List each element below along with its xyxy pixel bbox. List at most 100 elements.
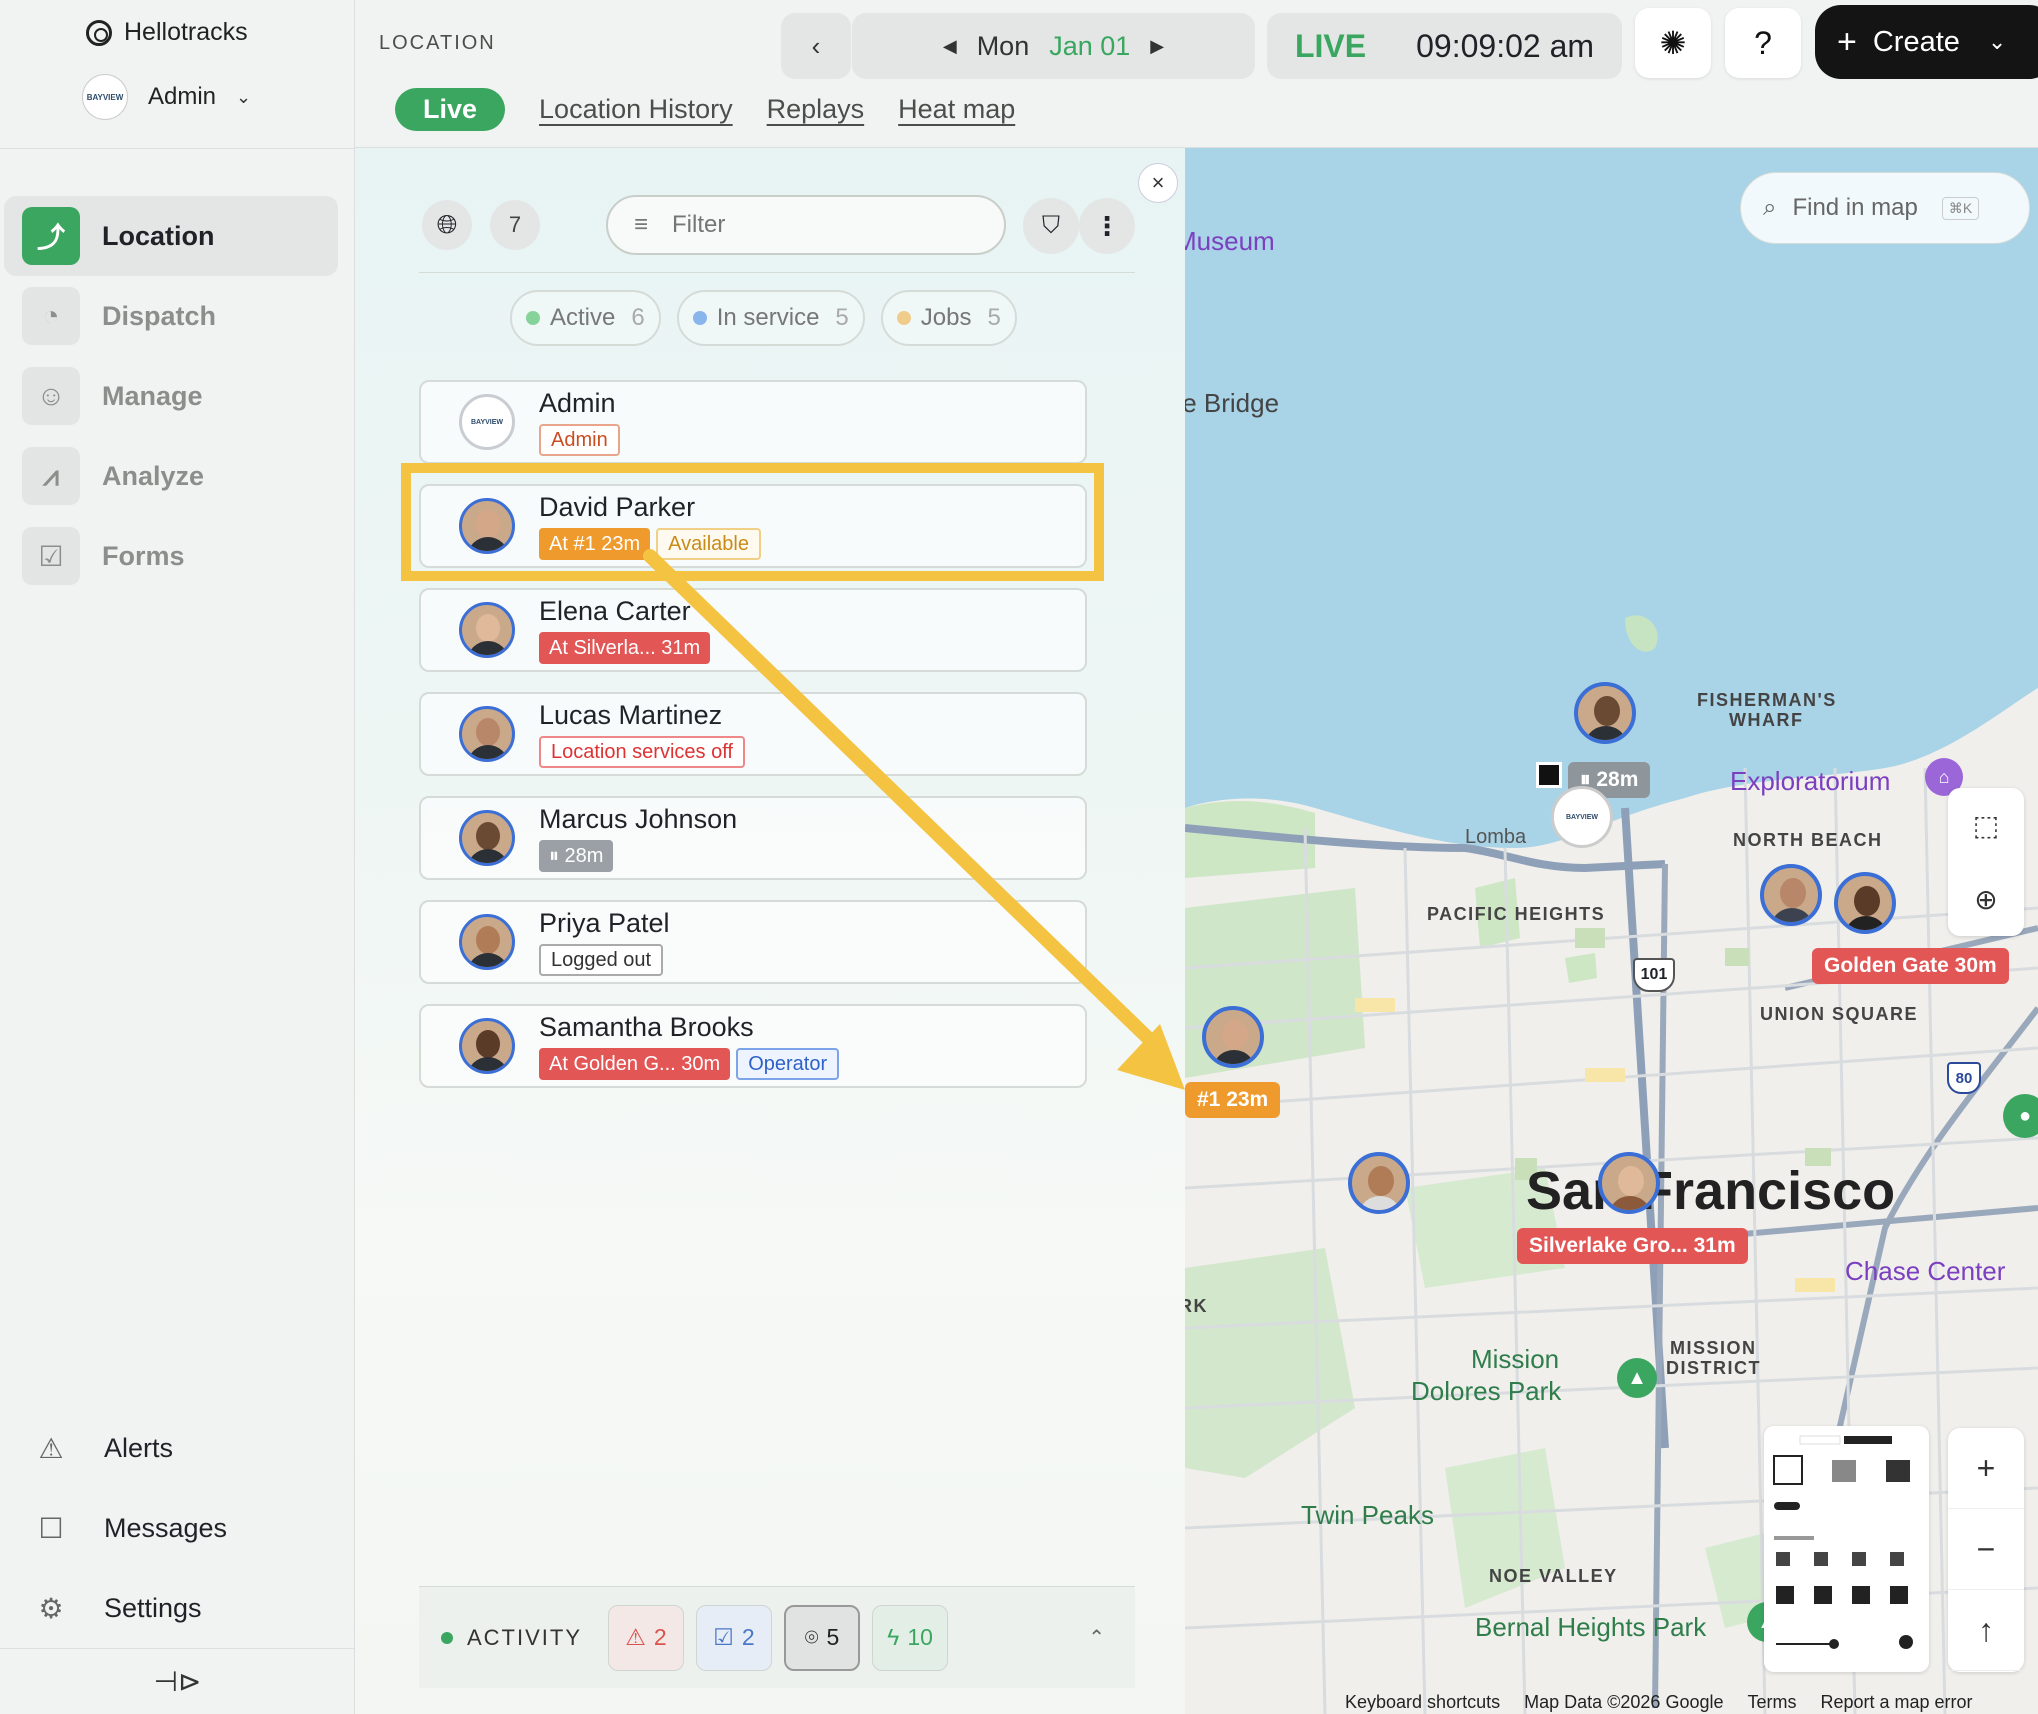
- plus-icon: +: [1976, 1449, 1996, 1486]
- bolt-icon: ϟ: [887, 1624, 900, 1650]
- find-in-map-placeholder: Find in map: [1792, 194, 1918, 221]
- chip-count: 5: [835, 304, 849, 331]
- person-row[interactable]: Marcus Johnson ⏸ 28m: [419, 796, 1087, 880]
- status-badge: At Golden G... 30m: [539, 1048, 731, 1080]
- filter-input[interactable]: [672, 211, 973, 239]
- sidebar-item-messages[interactable]: ☐ Messages: [0, 1488, 355, 1568]
- chip-active[interactable]: Active 6: [510, 290, 661, 346]
- filter-field[interactable]: ≡: [606, 195, 1006, 255]
- date-label[interactable]: Jan 01: [1049, 31, 1130, 62]
- sidebar-item-label: Alerts: [104, 1432, 174, 1463]
- sidebar-item-analyze[interactable]: ⩘ Analyze: [0, 436, 355, 516]
- area-select-tool[interactable]: ⬚: [1948, 788, 2024, 862]
- highway-80-shield: 80: [1947, 1062, 1981, 1094]
- chip-jobs[interactable]: Jobs 5: [880, 290, 1017, 346]
- badge-group: ⏸ 28m: [539, 840, 614, 872]
- zoom-out-button[interactable]: −: [1948, 1509, 2024, 1590]
- sidebar-item-location[interactable]: ⤴ Location: [4, 196, 338, 276]
- map-label-san-francisco: San Francisco: [1526, 1161, 1896, 1221]
- reset-north-button[interactable]: ↑: [1948, 1590, 2024, 1671]
- zoom-controls: + − ↑: [1948, 1428, 2024, 1672]
- map-tag-david: #1 23m: [1185, 1082, 1281, 1118]
- close-panel-button[interactable]: ×: [1138, 163, 1178, 203]
- map-tools: ⬚ ⊕: [1948, 788, 2024, 936]
- create-button[interactable]: + Create ⌄: [1815, 5, 2038, 79]
- alerts-count-button[interactable]: ⚠ 2: [608, 1604, 685, 1671]
- sidebar-item-alerts[interactable]: ⚠ Alerts: [0, 1408, 355, 1488]
- bottom-nav: ⚠ Alerts ☐ Messages ⚙ Settings: [0, 1408, 355, 1648]
- chip-in-service[interactable]: In service 5: [676, 290, 865, 346]
- add-place-tool[interactable]: ⊕: [1948, 862, 2024, 936]
- terms-link[interactable]: Terms: [1747, 1692, 1796, 1713]
- next-day-icon[interactable]: ▶: [1150, 36, 1164, 57]
- activity-label: ACTIVITY: [467, 1624, 583, 1650]
- keyboard-shortcuts-link[interactable]: Keyboard shortcuts: [1345, 1692, 1500, 1713]
- globe-button[interactable]: 🌐︎: [422, 200, 472, 250]
- map-pin-elena[interactable]: [1598, 1152, 1660, 1214]
- forms-count: 2: [741, 1624, 755, 1650]
- park-poi-icon[interactable]: ▲: [1617, 1358, 1657, 1398]
- ai-assistant-button[interactable]: ✺: [1635, 8, 1711, 78]
- person-row[interactable]: Lucas Martinez Location services off: [419, 692, 1087, 776]
- filter-lines-icon: ≡: [634, 211, 649, 238]
- plus-icon: +: [1837, 22, 1857, 61]
- more-options-button[interactable]: ⋮: [1079, 198, 1135, 254]
- map-pin-admin[interactable]: BAYVIEW: [1551, 786, 1613, 848]
- status-dot: [526, 311, 540, 325]
- map-view[interactable]: Museum te Bridge FISHERMAN'S WHARF Explo…: [1185, 148, 2038, 1714]
- chevron-up-icon[interactable]: ⌃: [1088, 1625, 1105, 1650]
- person-row[interactable]: Priya Patel Logged out: [419, 900, 1087, 984]
- map-pin-lucas[interactable]: [1760, 864, 1822, 926]
- map-pin-david[interactable]: [1202, 1006, 1264, 1068]
- map-pin-marcus[interactable]: [1574, 682, 1636, 744]
- sidebar-item-manage[interactable]: ☺ Manage: [0, 356, 355, 436]
- clipboard-icon: ☑: [22, 527, 80, 585]
- badge-group: Location services off: [539, 736, 745, 768]
- create-label: Create: [1872, 25, 1960, 58]
- sidebar-item-settings[interactable]: ⚙ Settings: [0, 1568, 355, 1648]
- events-count-button[interactable]: ϟ 10: [872, 1604, 949, 1671]
- person-row[interactable]: Samantha Brooks At Golden G... 30m Operato…: [419, 1004, 1087, 1088]
- forms-count-button[interactable]: ☑ 2: [696, 1604, 773, 1671]
- person-row[interactable]: BAYVIEW Admin Admin: [419, 380, 1087, 464]
- person-name: Marcus Johnson: [539, 804, 738, 834]
- collapse-back-button[interactable]: ‹: [781, 13, 851, 79]
- zoom-in-button[interactable]: +: [1948, 1428, 2024, 1509]
- map-pin-priya[interactable]: [1348, 1152, 1410, 1214]
- live-clock: LIVE 09:09:02 am: [1267, 13, 1622, 79]
- shortcut-hint: ⌘K: [1941, 196, 1980, 220]
- sidebar-item-forms[interactable]: ☑ Forms: [0, 516, 355, 596]
- map-layers-preview[interactable]: [1764, 1426, 1929, 1672]
- pin-sidebar-button[interactable]: ⊣⊳: [0, 1648, 355, 1714]
- account-switcher[interactable]: BAYVIEW Admin ⌄: [82, 74, 251, 120]
- avatar-face: [476, 718, 500, 746]
- previous-day-icon[interactable]: ◀: [943, 36, 957, 57]
- map-label-district: DISTRICT: [1666, 1358, 1761, 1378]
- avatar-face: [476, 1030, 500, 1058]
- places-count: 5: [826, 1624, 840, 1650]
- tab-heat-map[interactable]: Heat map: [898, 94, 1015, 125]
- tab-replays[interactable]: Replays: [767, 94, 865, 125]
- sidebar-item-dispatch[interactable]: ◔ Dispatch: [0, 276, 355, 356]
- avatar-face: [1854, 886, 1880, 916]
- report-map-error-link[interactable]: Report a map error: [1820, 1692, 1972, 1713]
- chevron-left-icon: ‹: [811, 30, 821, 61]
- map-tag-elena: Silverlake Gro... 31m: [1517, 1228, 1748, 1264]
- tab-location-history[interactable]: Location History: [539, 94, 733, 125]
- people-count: 7: [490, 200, 540, 250]
- funnel-filter-button[interactable]: ⛉: [1023, 198, 1079, 254]
- location-tabs: Live Location History Replays Heat map: [395, 88, 1015, 131]
- person-row[interactable]: Elena Carter At Silverla... 31m: [419, 588, 1087, 672]
- account-name: Admin: [148, 83, 217, 110]
- minus-icon: −: [1976, 1530, 1996, 1567]
- chip-label: Active: [550, 304, 616, 331]
- tab-live[interactable]: Live: [395, 88, 506, 131]
- chip-label: In service: [716, 304, 820, 331]
- find-in-map-field[interactable]: ⌕ Find in map ⌘K: [1740, 172, 2030, 244]
- places-count-button[interactable]: ⌾ 5: [784, 1604, 861, 1671]
- chevron-down-icon: ⌄: [1987, 29, 2007, 54]
- map-pin-samantha[interactable]: [1834, 872, 1896, 934]
- date-navigator: ◀ Mon Jan 01 ▶: [852, 13, 1255, 79]
- status-badge: Admin: [539, 424, 620, 456]
- help-button[interactable]: ?: [1725, 8, 1801, 78]
